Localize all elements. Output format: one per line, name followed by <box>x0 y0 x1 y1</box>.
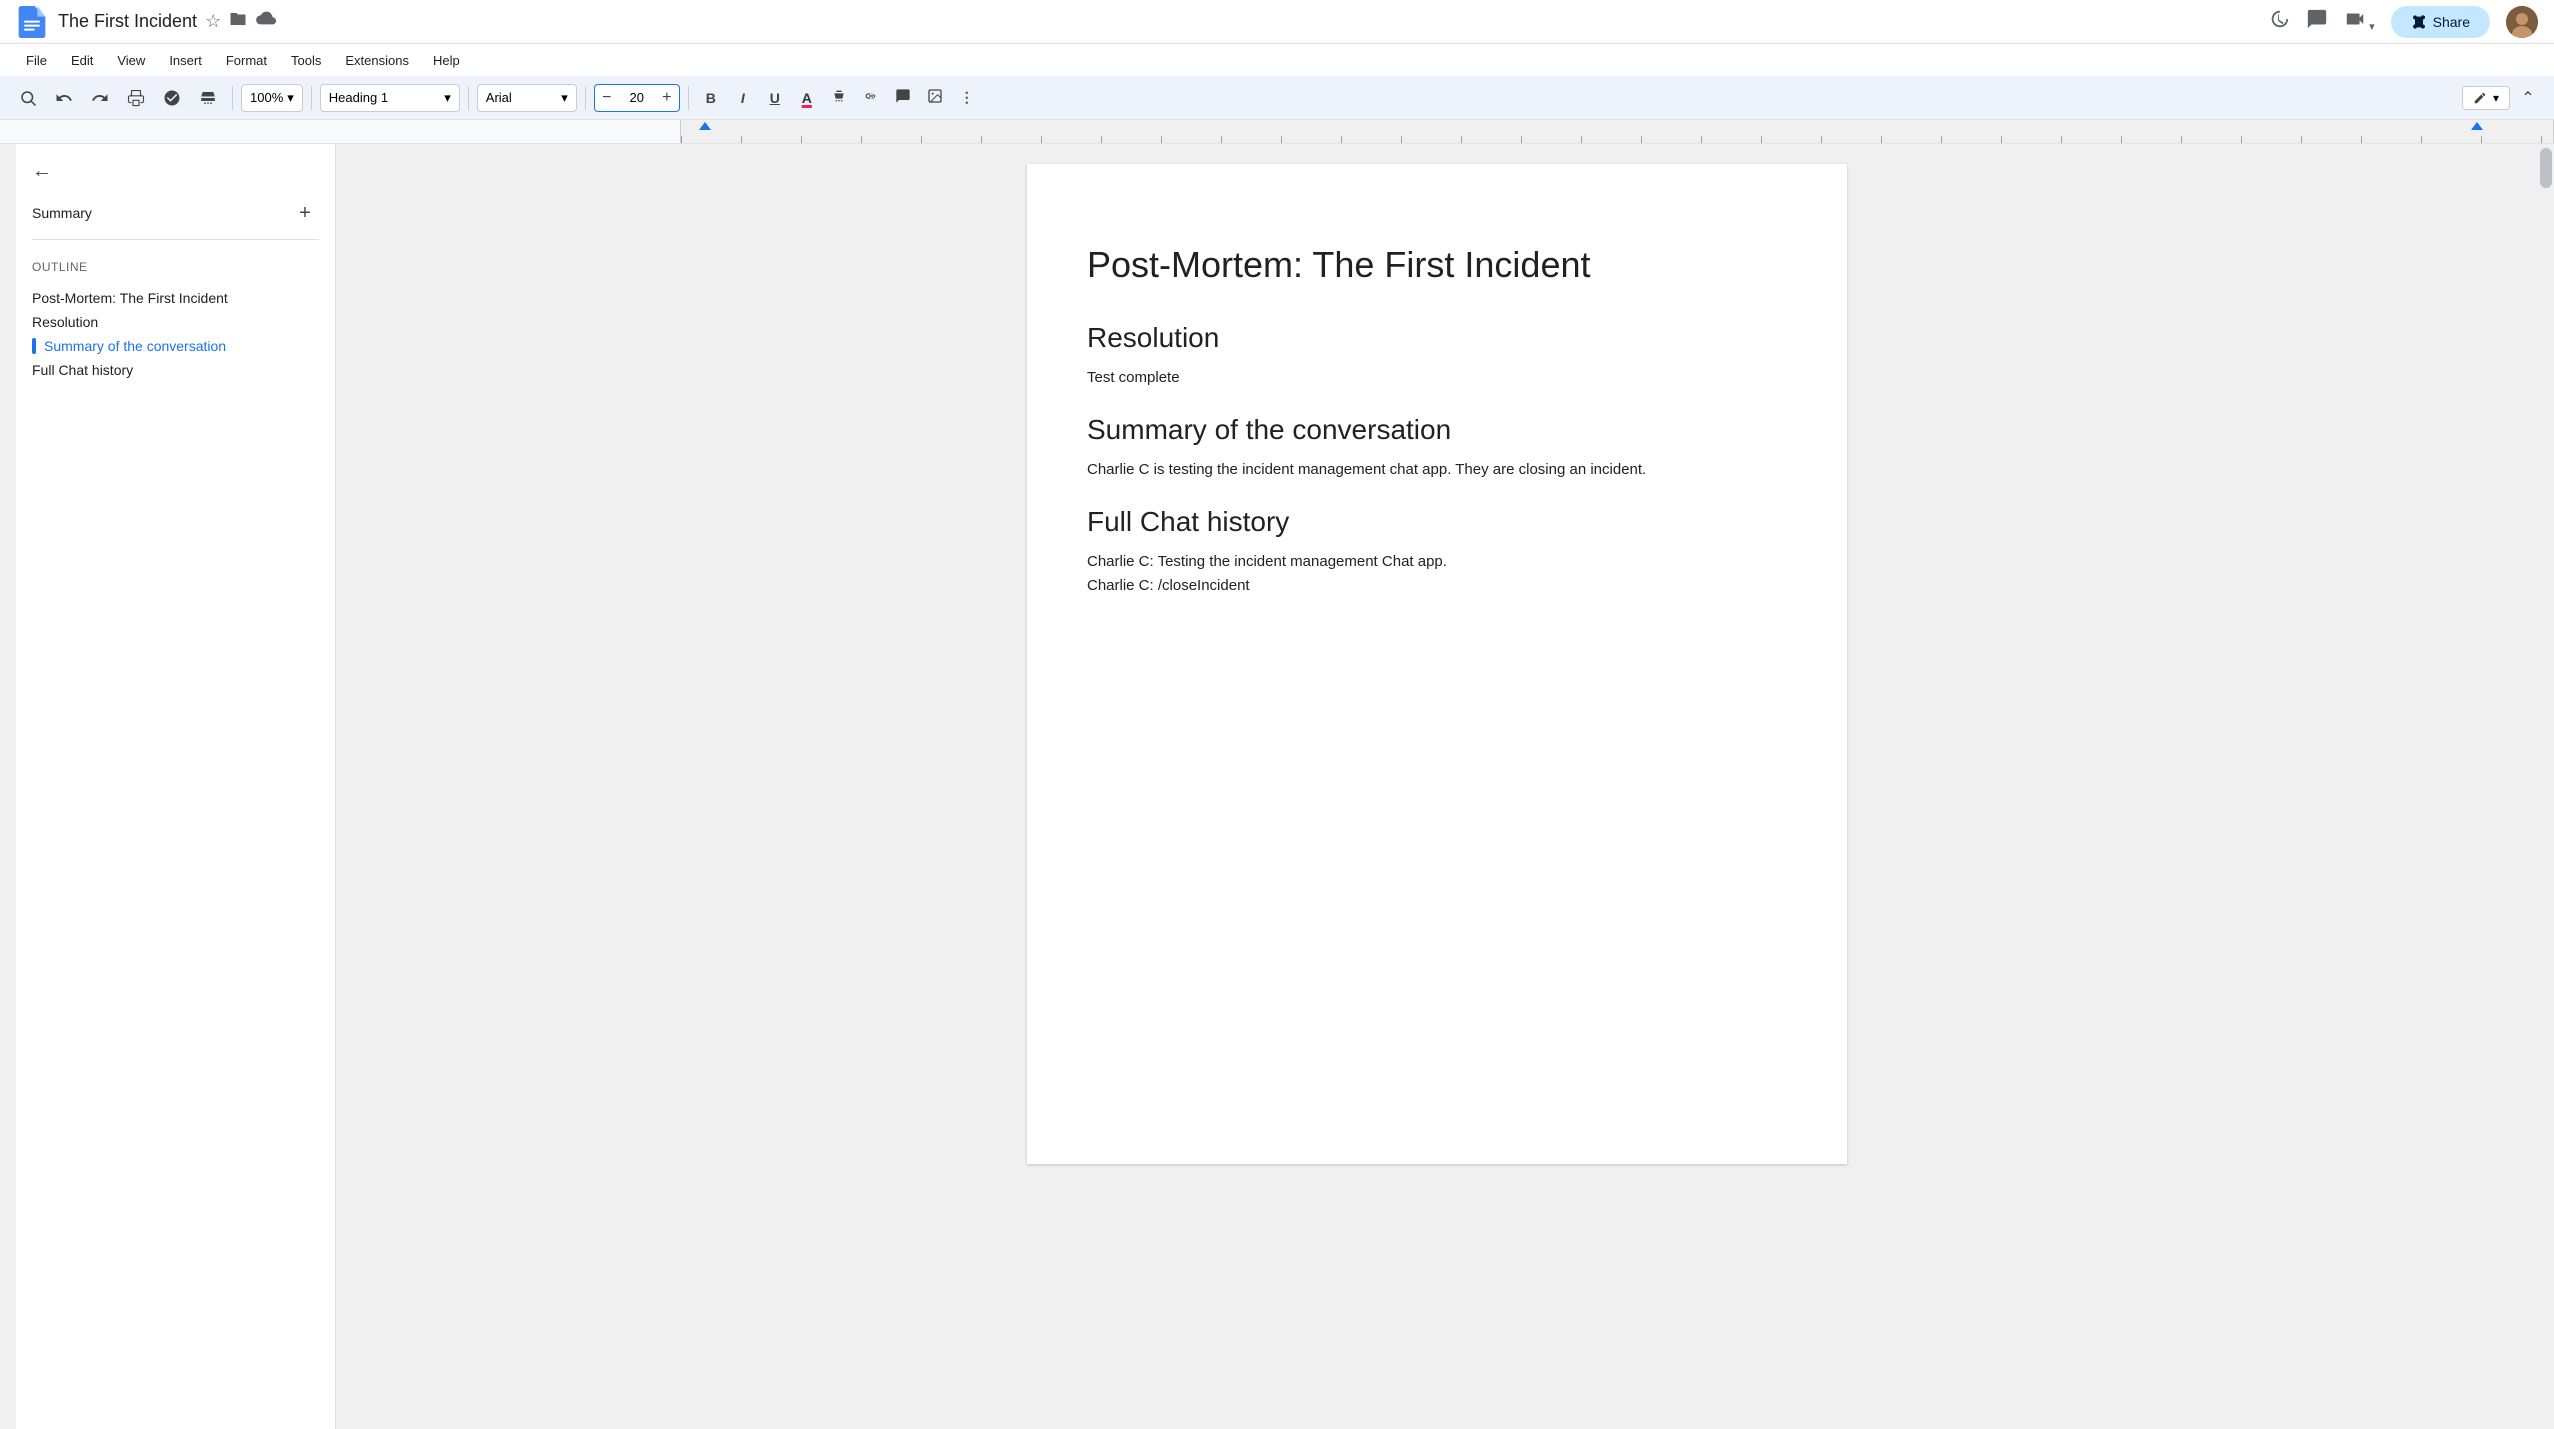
toolbar: 100% ▾ Heading 1 ▾ Arial ▾ − + B I U A ⋮… <box>0 76 2554 120</box>
zoom-label: 100% <box>250 90 283 105</box>
undo-button[interactable] <box>48 82 80 114</box>
toolbar-divider-1 <box>232 86 233 110</box>
section-resolution: Resolution Test complete <box>1087 322 1787 390</box>
heading-resolution: Resolution <box>1087 322 1787 354</box>
edit-mode-button[interactable]: ▾ <box>2462 86 2510 110</box>
outline-item-label-2: Summary of the conversation <box>44 338 226 354</box>
paragraph-summary-0: Charlie C is testing the incident manage… <box>1087 458 1787 482</box>
title-bar-icons: ☆ <box>205 10 277 33</box>
comment-button[interactable] <box>889 84 917 112</box>
outline-item-2[interactable]: Summary of the conversation <box>32 334 319 358</box>
back-icon: ← <box>32 160 52 183</box>
chat-line-0: Charlie C: Testing the incident manageme… <box>1087 550 1787 574</box>
docs-logo-icon <box>16 6 48 38</box>
zoom-select[interactable]: 100% ▾ <box>241 84 303 112</box>
document-page: Post-Mortem: The First Incident Resoluti… <box>1027 164 1847 1164</box>
print-button[interactable] <box>120 82 152 114</box>
font-select[interactable]: Arial ▾ <box>477 84 577 112</box>
menu-view[interactable]: View <box>107 49 155 72</box>
heading-summary: Summary of the conversation <box>1087 414 1787 446</box>
menu-file[interactable]: File <box>16 49 57 72</box>
redo-button[interactable] <box>84 82 116 114</box>
sidebar-summary-row: Summary + <box>32 199 319 227</box>
style-label: Heading 1 <box>329 90 388 105</box>
spellcheck-button[interactable] <box>156 82 188 114</box>
left-margin <box>0 144 16 1429</box>
outline-item-0[interactable]: Post-Mortem: The First Incident <box>32 286 319 310</box>
document-wrapper: Post-Mortem: The First Incident Resoluti… <box>336 144 2538 1429</box>
paintformat-button[interactable] <box>192 82 224 114</box>
font-label: Arial <box>486 90 512 105</box>
video-icon[interactable]: ▾ <box>2344 8 2375 36</box>
menu-extensions[interactable]: Extensions <box>335 49 419 72</box>
link-button[interactable] <box>857 84 885 112</box>
outline-item-3[interactable]: Full Chat history <box>32 358 319 382</box>
edit-mode-dropdown-icon: ▾ <box>2493 91 2499 105</box>
scrollbar-handle[interactable] <box>2540 148 2552 188</box>
image-button[interactable] <box>921 84 949 112</box>
sidebar-add-button[interactable]: + <box>291 199 319 227</box>
paragraph-resolution-0: Test complete <box>1087 366 1787 390</box>
right-scroll-area <box>2538 144 2554 1429</box>
main-layout: ← Summary + Outline Post-Mortem: The Fir… <box>0 144 2554 1429</box>
share-label: Share <box>2433 14 2470 30</box>
font-size-plus-button[interactable]: + <box>655 84 679 112</box>
toolbar-divider-2 <box>311 86 312 110</box>
heading-chat: Full Chat history <box>1087 506 1787 538</box>
menu-edit[interactable]: Edit <box>61 49 103 72</box>
title-bar-right: ▾ Share <box>2268 6 2538 38</box>
toolbar-divider-4 <box>585 86 586 110</box>
text-color-label: A <box>802 90 812 106</box>
outline-item-label-0: Post-Mortem: The First Incident <box>32 290 228 306</box>
avatar[interactable] <box>2506 6 2538 38</box>
sidebar-summary-label: Summary <box>32 205 92 221</box>
title-bar: The First Incident ☆ ▾ Share <box>0 0 2554 44</box>
section-summary: Summary of the conversation Charlie C is… <box>1087 414 1787 482</box>
font-dropdown-icon: ▾ <box>561 90 568 106</box>
chat-line-1: Charlie C: /closeIncident <box>1087 574 1787 598</box>
section-chat: Full Chat history Charlie C: Testing the… <box>1087 506 1787 598</box>
star-icon[interactable]: ☆ <box>205 11 221 32</box>
toolbar-collapse-button[interactable]: ⌃ <box>2514 84 2542 112</box>
ruler <box>0 120 2554 144</box>
comment-icon[interactable] <box>2306 8 2328 36</box>
font-size-box: − + <box>594 84 680 112</box>
share-button[interactable]: Share <box>2391 6 2490 38</box>
toolbar-divider-5 <box>688 86 689 110</box>
document-title: The First Incident <box>58 11 197 32</box>
sidebar: ← Summary + Outline Post-Mortem: The Fir… <box>16 144 336 1429</box>
more-button[interactable]: ⋮ <box>953 84 981 112</box>
zoom-dropdown-icon: ▾ <box>287 90 294 106</box>
outline-item-label-1: Resolution <box>32 314 98 330</box>
outline-item-1[interactable]: Resolution <box>32 310 319 334</box>
menu-insert[interactable]: Insert <box>159 49 212 72</box>
highlight-button[interactable] <box>825 84 853 112</box>
outline-item-label-3: Full Chat history <box>32 362 133 378</box>
style-select[interactable]: Heading 1 ▾ <box>320 84 460 112</box>
sidebar-outline-label: Outline <box>32 260 319 274</box>
underline-button[interactable]: U <box>761 84 789 112</box>
menu-bar: File Edit View Insert Format Tools Exten… <box>0 44 2554 76</box>
menu-format[interactable]: Format <box>216 49 277 72</box>
sidebar-back-button[interactable]: ← <box>32 160 319 183</box>
bold-button[interactable]: B <box>697 84 725 112</box>
text-color-button[interactable]: A <box>793 84 821 112</box>
menu-tools[interactable]: Tools <box>281 49 331 72</box>
folder-icon[interactable] <box>229 10 247 33</box>
paragraph-chat-0: Charlie C: Testing the incident manageme… <box>1087 550 1787 598</box>
menu-help[interactable]: Help <box>423 49 470 72</box>
sidebar-divider <box>32 239 319 240</box>
history-icon[interactable] <box>2268 8 2290 36</box>
italic-button[interactable]: I <box>729 84 757 112</box>
toolbar-divider-3 <box>468 86 469 110</box>
document-title-heading: Post-Mortem: The First Incident <box>1087 244 1787 286</box>
font-size-minus-button[interactable]: − <box>595 84 619 112</box>
style-dropdown-icon: ▾ <box>444 90 451 106</box>
cloud-icon[interactable] <box>255 10 277 33</box>
search-button[interactable] <box>12 82 44 114</box>
font-size-input[interactable] <box>619 90 655 105</box>
